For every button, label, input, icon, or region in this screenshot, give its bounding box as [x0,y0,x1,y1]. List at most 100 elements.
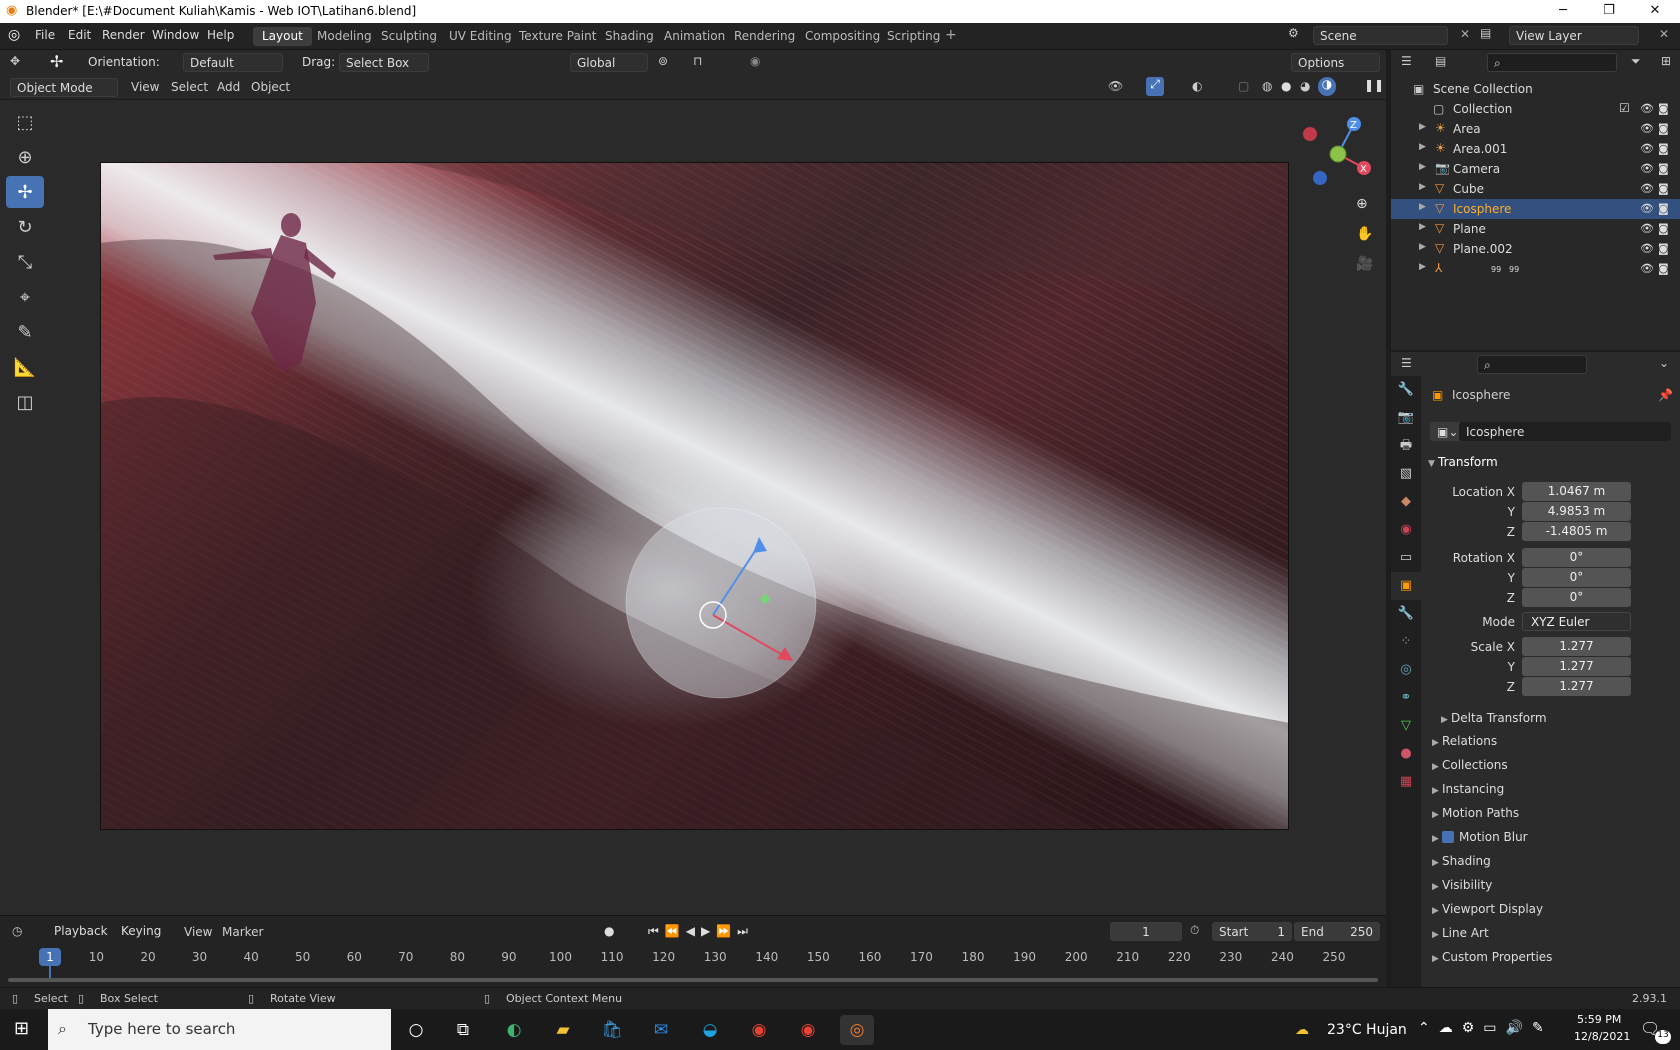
clock-date[interactable]: 12/8/2021 [1574,1030,1630,1043]
overlay-icon[interactable]: ◐ [1192,79,1202,93]
tab-layout[interactable]: Layout [253,27,312,46]
rotation-z-field[interactable]: 0° [1522,588,1631,607]
add-cube-tool-icon[interactable]: ◫ [6,386,44,418]
store-icon[interactable]: 🛍 [595,1015,629,1045]
tab-compositing[interactable]: Compositing [796,27,889,46]
current-frame-field[interactable]: 1 [1110,922,1182,941]
modifier-tab-icon[interactable]: 🔧 [1391,600,1421,628]
annotate-tool-icon[interactable]: ✎ [6,316,44,348]
tab-sculpting[interactable]: Sculpting [372,27,446,46]
pause-render-icon[interactable]: ❚❚ [1364,78,1384,92]
outliner-item[interactable]: ▶ 📷 Camera 👁 ◙ [1391,159,1680,179]
motion-blur-checkbox[interactable] [1442,831,1454,843]
rendered-shading-icon[interactable]: ◑ [1318,77,1336,96]
camera-view-icon[interactable]: 🎥 [1356,256,1373,272]
outliner-search-input[interactable]: ⌕ [1487,53,1617,72]
expand-arrow-icon[interactable]: ▶ [1419,242,1426,252]
eye-icon[interactable]: 👁 [1640,262,1654,275]
render-camera-icon[interactable]: ◙ [1658,262,1669,275]
file-explorer-icon[interactable]: ▰ [546,1015,580,1045]
expand-arrow-icon[interactable]: ▶ [1419,122,1426,132]
outliner-item[interactable]: ▶ ▽ Icosphere 👁 ◙ [1391,199,1680,219]
pivot-icon[interactable]: ⊚ [658,54,668,68]
solid-shading-icon[interactable]: ● [1281,79,1291,93]
outliner-item[interactable]: ▶ ▽ Plane 👁 ◙ [1391,219,1680,239]
keying-menu[interactable]: Keying [115,922,175,941]
zoom-icon[interactable]: ⊕ [1356,196,1368,212]
edge-icon[interactable]: ◒ [693,1015,727,1045]
rotation-mode-dropdown[interactable]: XYZ Euler [1522,612,1631,631]
expand-arrow-icon[interactable]: ▶ [1419,222,1426,232]
close-button[interactable]: ✕ [1632,0,1678,23]
eye-icon[interactable]: 👁 [1640,122,1654,135]
chrome-icon[interactable]: ◉ [742,1015,776,1045]
restore-button[interactable]: ❐ [1586,0,1632,23]
scale-tool-icon[interactable]: ⤡ [6,246,44,278]
display-mode-icon[interactable]: ▤ [1435,54,1446,68]
edge-dev-icon[interactable]: ◐ [497,1015,531,1045]
start-frame-field[interactable]: Start 1 [1212,922,1292,941]
menu-file[interactable]: File [35,28,55,42]
section-header[interactable]: ▶ Line Art [1432,926,1489,940]
record-icon[interactable]: ● [604,924,614,938]
marker-menu[interactable]: Marker [222,925,263,939]
outliner-scene-collection[interactable]: ▣ Scene Collection [1391,79,1680,99]
location-y-field[interactable]: 4.9853 m [1522,502,1631,521]
transform-tool-icon[interactable]: ⌖ [6,281,44,313]
filter-icon[interactable]: ⏷ [1631,54,1641,69]
transform-panel-header[interactable]: ▼ Transform [1428,455,1498,469]
measure-tool-icon[interactable]: 📐 [6,351,44,383]
view-layer-tab-icon[interactable]: ▧ [1391,460,1421,488]
playback-controls-icon[interactable]: ⏮⏪◀▶⏩⏭ [648,924,754,939]
output-tab-icon[interactable]: 🖶 [1391,432,1421,460]
task-view-icon[interactable]: ⧉ [446,1015,480,1045]
select-menu[interactable]: Select [171,80,208,94]
rotation-y-field[interactable]: 0° [1522,568,1631,587]
blender-taskbar-icon[interactable]: ◎ [840,1015,874,1045]
properties-search-input[interactable]: ⌕ [1477,355,1587,374]
properties-editor-icon[interactable]: ☰ [1401,356,1412,370]
section-header[interactable]: ▶ Relations [1432,734,1497,748]
section-header[interactable]: ▶ Motion Paths [1432,806,1519,820]
eye-icon[interactable]: 👁 [1640,222,1654,235]
minimize-button[interactable]: ─ [1540,0,1586,23]
gizmo-toggle-icon[interactable]: ⤢ [1146,77,1164,96]
location-z-field[interactable]: -1.4805 m [1522,522,1631,541]
timeline-editor-icon[interactable]: ◷ [12,924,22,938]
data-tab-icon[interactable]: ▽ [1391,712,1421,740]
rendered-scene-image[interactable] [100,162,1289,830]
expand-arrow-icon[interactable]: ▶ [1419,162,1426,172]
expand-arrow-icon[interactable]: ▶ [1419,182,1426,192]
drag-dropdown[interactable]: Select Box [339,53,429,72]
tab-uv-editing[interactable]: UV Editing [440,27,521,46]
outliner-item[interactable]: ▶ ⅄ 99 99 👁 ◙ [1391,259,1680,279]
eye-icon[interactable]: 👁 [1640,182,1654,195]
scale-x-field[interactable]: 1.277 [1522,637,1631,656]
section-header[interactable]: ▶ Shading [1432,854,1491,868]
cortana-icon[interactable]: ○ [399,1015,433,1045]
tab-animation[interactable]: Animation [655,27,734,46]
object-tab-icon[interactable]: ▣ [1391,572,1421,600]
tab-rendering[interactable]: Rendering [725,27,804,46]
scene-icon[interactable]: ⚙ [1288,26,1299,40]
section-header[interactable]: ▶ Custom Properties [1432,950,1552,964]
wireframe-shading-icon[interactable]: ◍ [1262,79,1272,93]
editor-type-icon[interactable]: ✥ [10,54,20,68]
scale-y-field[interactable]: 1.277 [1522,657,1631,676]
collection-checkbox[interactable]: ☑ [1619,101,1630,115]
tab-scripting[interactable]: Scripting [878,27,949,46]
outliner-item[interactable]: ▶ ▽ Plane.002 👁 ◙ [1391,239,1680,259]
section-header[interactable]: ▶ Instancing [1432,782,1504,796]
scene-close-icon[interactable]: ✕ [1460,27,1470,41]
tool-tab-icon[interactable]: 🔧 [1391,376,1421,404]
texture-tab-icon[interactable]: ▦ [1391,768,1421,796]
taskbar-search-box[interactable]: ⌕ Type here to search [48,1009,391,1050]
render-camera-icon[interactable]: ◙ [1658,202,1669,215]
pan-hand-icon[interactable]: ✋ [1356,226,1373,242]
chrome-profile-icon[interactable]: ◉ [791,1015,825,1045]
playback-menu[interactable]: Playback [48,922,114,941]
orientation-dropdown[interactable]: Default [183,53,283,72]
eye-icon[interactable]: 👁 [1640,202,1654,215]
cursor-tool-icon[interactable]: ⊕ [6,141,44,173]
view-layer-close-icon[interactable]: ✕ [1659,27,1669,41]
